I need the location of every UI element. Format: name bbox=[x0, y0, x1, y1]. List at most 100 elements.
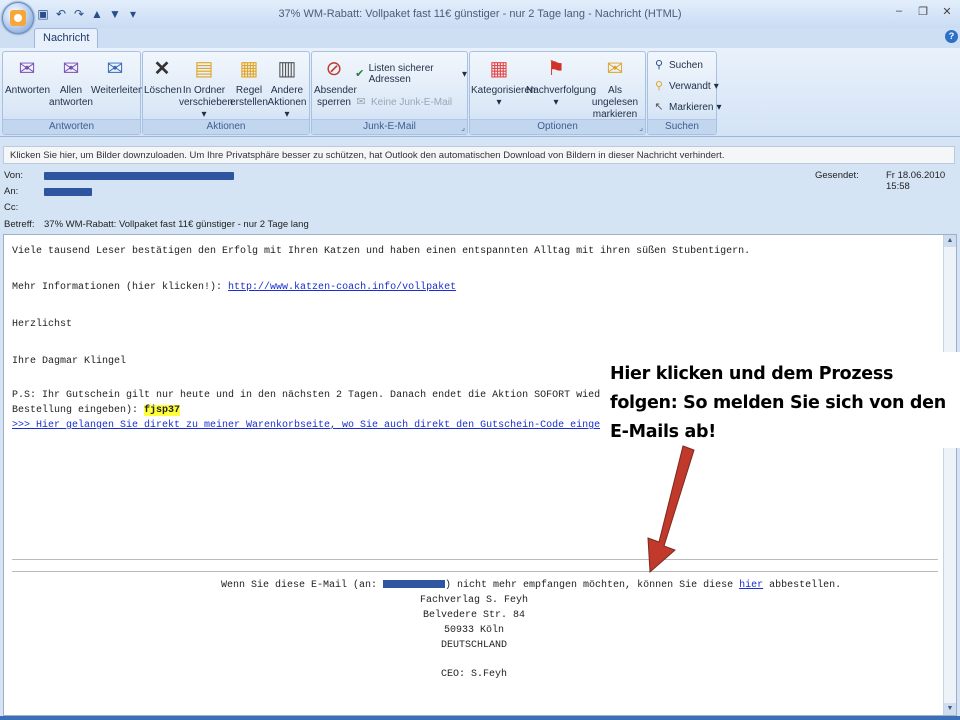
office-button[interactable] bbox=[2, 2, 34, 34]
mark-unread-label: Als ungelesen markieren bbox=[591, 85, 639, 120]
more-info-line: Mehr Informationen (hier klicken!): http… bbox=[12, 282, 456, 293]
other-actions-label: Andere Aktionen bbox=[267, 85, 307, 108]
subject-value: 37% WM-Rabatt: Vollpaket fast 11€ günsti… bbox=[44, 219, 309, 230]
not-junk-icon: ✉ bbox=[356, 96, 366, 108]
minimize-icon[interactable]: – bbox=[892, 5, 906, 18]
vertical-scrollbar[interactable]: ▲ ▼ bbox=[943, 235, 956, 715]
unsubscribe-middle: ) nicht mehr empfangen möchten, können S… bbox=[445, 580, 740, 591]
to-redacted bbox=[44, 188, 92, 196]
safe-list-icon: ✔ bbox=[355, 68, 365, 80]
forward-button[interactable]: ✉ Weiterleiten bbox=[91, 56, 144, 97]
cart-link[interactable]: >>> Hier gelangen Sie direkt zu meiner W… bbox=[12, 420, 642, 431]
cursor-icon: ↖ bbox=[654, 101, 664, 113]
close-icon[interactable]: ✕ bbox=[940, 5, 954, 18]
forward-label: Weiterleiten bbox=[91, 85, 144, 96]
rule-label: Regel erstellen bbox=[230, 85, 268, 108]
other-actions-button[interactable]: ▥ Andere Aktionen ▾ bbox=[267, 56, 307, 121]
office-logo-icon bbox=[10, 10, 26, 26]
unsubscribe-email-redacted bbox=[383, 580, 446, 589]
group-label-suchen: Suchen bbox=[648, 119, 716, 134]
ps-line-2-prefix: Bestellung eingeben): bbox=[12, 405, 145, 416]
reply-label: Antworten bbox=[5, 85, 51, 96]
restore-icon[interactable]: ❐ bbox=[916, 5, 930, 18]
sent-label: Gesendet: bbox=[815, 170, 859, 181]
flag-icon: ⚑ bbox=[547, 58, 565, 80]
safe-lists-button[interactable]: ✔ Listen sicherer Adressen ▾ bbox=[354, 63, 467, 85]
move-folder-icon: ▤ bbox=[194, 58, 214, 80]
ribbon: ✉ Antworten ✉ Allen antworten ✉ Weiterleite… bbox=[0, 48, 960, 137]
ribbon-tabs: Nachricht ? bbox=[0, 28, 960, 48]
find-button[interactable]: ⚲ Suchen bbox=[652, 57, 703, 73]
help-icon[interactable]: ? bbox=[945, 30, 958, 43]
from-label: Von: bbox=[4, 170, 24, 181]
reply-all-button[interactable]: ✉ Allen antworten bbox=[49, 56, 93, 109]
unsubscribe-prefix: Wenn Sie diese E-Mail (an: bbox=[221, 580, 384, 591]
mark-unread-icon: ✉ bbox=[606, 58, 624, 80]
separator-2 bbox=[12, 571, 938, 572]
block-sender-icon: ⊘ bbox=[325, 58, 343, 80]
footer-company: Fachverlag S. Feyh bbox=[419, 595, 529, 606]
categorize-icon: ▦ bbox=[489, 58, 509, 80]
related-label: Verwandt bbox=[669, 80, 711, 92]
annotation-box: Hier klicken und dem Prozess folgen: So … bbox=[600, 352, 960, 448]
title-bar: ▣ ↶ ↷ ▲ ▼ ▾ 37% WM-Rabatt: Vollpaket fas… bbox=[0, 0, 960, 34]
group-aktionen: ✕ Löschen ▤ In Ordner verschieben ▾ ▦ Regel… bbox=[142, 51, 310, 135]
select-button[interactable]: ↖ Markieren ▾ bbox=[652, 99, 721, 115]
scroll-up-icon[interactable]: ▲ bbox=[944, 235, 956, 247]
mark-unread-button[interactable]: ✉ Als ungelesen markieren bbox=[586, 56, 644, 121]
reply-icon: ✉ bbox=[18, 58, 36, 80]
follow-up-button[interactable]: ⚑ Nachverfolgung ▾ bbox=[526, 56, 596, 109]
group-label-optionen: Optionen bbox=[470, 119, 645, 134]
annotation-text: Hier klicken und dem Prozess folgen: So … bbox=[610, 364, 946, 442]
delete-label: Löschen bbox=[144, 85, 182, 96]
group-label-aktionen: Aktionen bbox=[143, 119, 309, 134]
sent-value: Fr 18.06.2010 15:58 bbox=[886, 170, 946, 192]
other-actions-icon: ▥ bbox=[277, 58, 297, 80]
group-label-junk: Junk-E-Mail bbox=[312, 119, 467, 134]
cc-label: Cc: bbox=[4, 202, 19, 213]
unsubscribe-link[interactable]: hier bbox=[739, 580, 763, 591]
reply-all-icon: ✉ bbox=[62, 58, 80, 80]
not-junk-label: Keine Junk-E-Mail bbox=[371, 96, 453, 108]
more-info-link[interactable]: http://www.katzen-coach.info/vollpaket bbox=[228, 282, 456, 293]
rule-icon: ▦ bbox=[239, 58, 259, 80]
binoculars-icon: ⚲ bbox=[654, 59, 664, 71]
signature: Ihre Dagmar Klingel bbox=[12, 356, 127, 367]
find-label: Suchen bbox=[669, 59, 703, 71]
not-junk-button[interactable]: ✉ Keine Junk-E-Mail bbox=[354, 94, 452, 110]
ps-line-2: Bestellung eingeben): fjsp37 bbox=[12, 405, 181, 416]
greeting: Herzlichst bbox=[12, 319, 73, 330]
taskbar bbox=[0, 716, 960, 720]
delete-button[interactable]: ✕ Löschen bbox=[144, 56, 182, 97]
group-label-antworten: Antworten bbox=[3, 119, 140, 134]
window-controls: – ❐ ✕ bbox=[892, 5, 954, 18]
more-info-prefix: Mehr Informationen (hier klicken!): bbox=[12, 282, 229, 293]
footer-ceo: CEO: S.Feyh bbox=[440, 669, 507, 680]
reply-button[interactable]: ✉ Antworten bbox=[5, 56, 51, 97]
footer-city: 50933 Köln bbox=[443, 625, 504, 636]
tab-nachricht[interactable]: Nachricht bbox=[34, 28, 99, 48]
block-sender-button[interactable]: ⊘ Absender sperren bbox=[314, 56, 357, 109]
scroll-down-icon[interactable]: ▼ bbox=[944, 703, 956, 715]
junk-launcher-icon[interactable]: ⌟ bbox=[461, 123, 465, 132]
create-rule-button[interactable]: ▦ Regel erstellen bbox=[229, 56, 269, 109]
move-to-folder-button[interactable]: ▤ In Ordner verschieben ▾ bbox=[179, 56, 233, 121]
separator-1 bbox=[12, 559, 938, 560]
ps-line-1: P.S: Ihr Gutschein gilt nur heute und in… bbox=[12, 390, 643, 401]
footer-street: Belvedere Str. 84 bbox=[422, 610, 526, 621]
message-line-1: Viele tausend Leser bestätigen den Erfol… bbox=[12, 246, 751, 257]
from-redacted bbox=[44, 172, 234, 180]
unsubscribe-line: Wenn Sie diese E-Mail (an: ) nicht mehr … bbox=[221, 580, 841, 591]
related-button[interactable]: ⚲ Verwandt ▾ bbox=[652, 78, 719, 94]
block-sender-label: Absender sperren bbox=[314, 85, 357, 108]
group-junk: ⊘ Absender sperren ✔ Listen sicherer Adres… bbox=[311, 51, 468, 135]
subject-label: Betreff: bbox=[4, 219, 35, 230]
group-optionen: ▦ Kategorisieren ▾ ⚑ Nachverfolgung ▾ ✉ Als u… bbox=[469, 51, 646, 135]
categorize-button[interactable]: ▦ Kategorisieren ▾ bbox=[471, 56, 535, 109]
group-suchen: ⚲ Suchen ⚲ Verwandt ▾ ↖ Markieren ▾ Suchen bbox=[647, 51, 722, 135]
forward-icon: ✉ bbox=[106, 58, 124, 80]
download-images-infobar[interactable]: Klicken Sie hier, um Bilder downzuloaden… bbox=[3, 146, 955, 164]
options-launcher-icon[interactable]: ⌟ bbox=[639, 123, 643, 132]
group-antworten: ✉ Antworten ✉ Allen antworten ✉ Weiterleite… bbox=[2, 51, 144, 135]
coupon-code: fjsp37 bbox=[144, 405, 181, 416]
